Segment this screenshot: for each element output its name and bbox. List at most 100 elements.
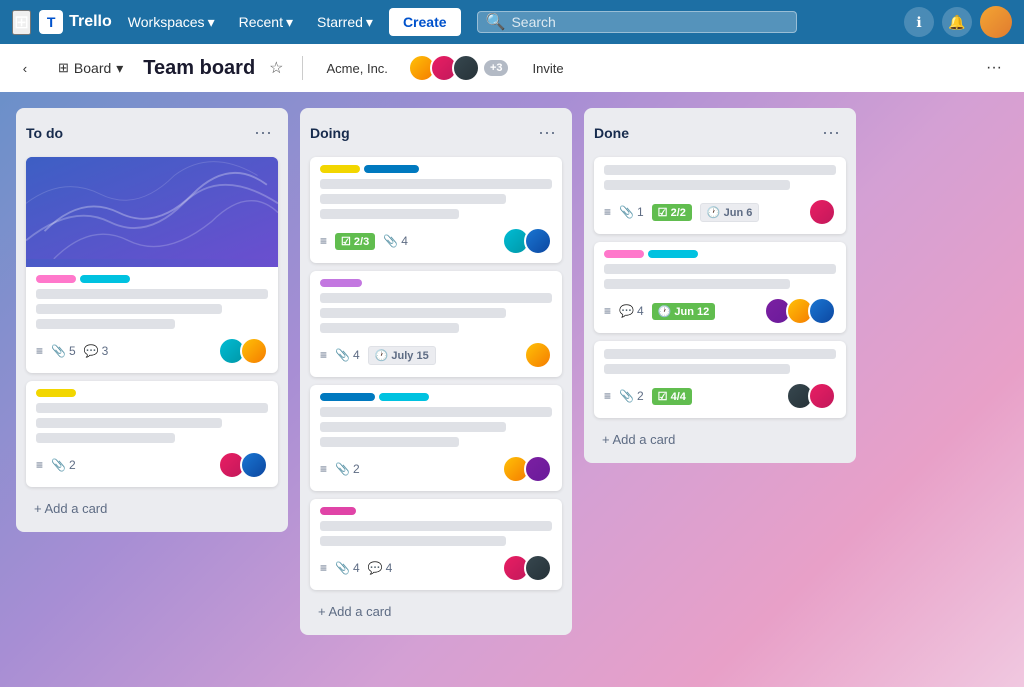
menu-icon: ≡ (604, 304, 611, 318)
add-card-todo[interactable]: + Add a card (26, 495, 278, 522)
card-5[interactable]: ≡ 📎 2 (310, 385, 562, 491)
date-badge: 🕐 Jun 12 (652, 303, 716, 320)
paperclip-icon: 📎 (335, 462, 350, 476)
create-button[interactable]: Create (389, 8, 461, 36)
menu-icon: ≡ (320, 234, 327, 248)
search-box[interactable]: 🔍 (477, 11, 797, 33)
board-title: Team board (143, 57, 255, 80)
card-footer-2: ≡ 📎 2 (36, 451, 268, 479)
comments-count: 💬 3 (84, 344, 109, 358)
column-title-todo: To do (26, 125, 63, 141)
board-view-button[interactable]: ⊞ Board ▾ (48, 56, 133, 81)
card-6[interactable]: ≡ 📎 4 💬 4 (310, 499, 562, 590)
sidebar-toggle-button[interactable]: ‹ (12, 55, 38, 81)
card-4[interactable]: ≡ 📎 4 🕐 July 15 (310, 271, 562, 377)
invite-button[interactable]: Invite (518, 56, 577, 81)
card-avatar-4a (524, 341, 552, 369)
comment-icon: 💬 (84, 344, 99, 358)
card-text-9 (320, 209, 459, 219)
workspace-name[interactable]: Acme, Inc. (317, 57, 398, 80)
menu-icon: ≡ (36, 458, 43, 472)
grid-menu-button[interactable]: ⊞ (12, 10, 31, 35)
trello-logo-text: Trello (69, 13, 112, 31)
add-card-doing[interactable]: + Add a card (310, 598, 562, 625)
card-text-5 (36, 418, 222, 428)
workspaces-menu[interactable]: Workspaces ▾ (120, 10, 223, 35)
label-yellow (36, 389, 76, 397)
navbar: ⊞ T Trello Workspaces ▾ Recent ▾ Starred… (0, 0, 1024, 44)
card-meta-5: ≡ 📎 2 (320, 462, 360, 476)
label-blue-5 (320, 393, 375, 401)
card-meta-2: ≡ 📎 2 (36, 458, 76, 472)
paperclip-icon: 📎 (51, 458, 66, 472)
chevron-down-icon: ▾ (366, 14, 373, 31)
card-avatars-5 (502, 455, 552, 483)
info-button[interactable]: ℹ (904, 7, 934, 37)
card-text-3 (36, 319, 175, 329)
column-menu-doing[interactable]: ··· (532, 120, 562, 145)
card-text-20 (604, 264, 836, 274)
user-avatar[interactable] (980, 6, 1012, 38)
chevron-left-icon: ‹ (23, 61, 27, 76)
notifications-button[interactable]: 🔔 (942, 7, 972, 37)
column-menu-todo[interactable]: ··· (248, 120, 278, 145)
card-avatars-7 (808, 198, 836, 226)
trello-logo[interactable]: T Trello (39, 10, 112, 34)
column-header-done: Done ··· (594, 118, 846, 149)
card-labels-1 (36, 275, 268, 283)
card-avatars-2 (218, 451, 268, 479)
card-avatar-8c (808, 297, 836, 325)
card-avatars-4 (524, 341, 552, 369)
label-magenta-6 (320, 507, 356, 515)
paperclip-icon: 📎 (619, 205, 634, 219)
add-card-done[interactable]: + Add a card (594, 426, 846, 453)
recent-menu[interactable]: Recent ▾ (231, 10, 301, 35)
card-3[interactable]: ≡ ☑ 2/3 📎 4 (310, 157, 562, 263)
member-avatar-3[interactable] (452, 54, 480, 82)
paperclip-icon: 📎 (619, 389, 634, 403)
card-avatar-1b (240, 337, 268, 365)
checklist-badge: ☑ 2/2 (652, 204, 692, 221)
card-meta-9: ≡ 📎 2 ☑ 4/4 (604, 388, 692, 405)
card-avatars-9 (786, 382, 836, 410)
column-title-done: Done (594, 125, 629, 141)
card-7[interactable]: ≡ 📎 1 ☑ 2/2 🕐 Jun 6 (594, 157, 846, 234)
card-labels-8 (604, 250, 836, 258)
date-badge: 🕐 Jun 6 (700, 203, 759, 222)
more-options-button[interactable]: ··· (976, 55, 1012, 81)
card-text-14 (320, 422, 506, 432)
comments-count: 💬 4 (368, 561, 393, 575)
menu-icon: ≡ (320, 561, 327, 575)
card-cover-svg (26, 157, 278, 259)
column-done: Done ··· ≡ 📎 1 ☑ 2/2 🕐 Jun 6 (584, 108, 856, 463)
starred-menu[interactable]: Starred ▾ (309, 10, 381, 35)
more-members-badge[interactable]: +3 (484, 60, 509, 76)
card-footer-3: ≡ ☑ 2/3 📎 4 (320, 227, 552, 255)
column-menu-done[interactable]: ··· (816, 120, 846, 145)
nav-right-section: ℹ 🔔 (904, 6, 1012, 38)
comment-icon: 💬 (368, 561, 383, 575)
card-text-10 (320, 293, 552, 303)
card-9[interactable]: ≡ 📎 2 ☑ 4/4 (594, 341, 846, 418)
card-meta-7: ≡ 📎 1 ☑ 2/2 🕐 Jun 6 (604, 203, 759, 222)
star-button[interactable]: ☆ (265, 56, 287, 80)
label-pink (36, 275, 76, 283)
card-meta-4: ≡ 📎 4 🕐 July 15 (320, 346, 436, 365)
menu-icon: ≡ (320, 348, 327, 362)
card-footer-1: ≡ 📎 5 💬 3 (36, 337, 268, 365)
attachments-count: 📎 1 (619, 205, 644, 219)
subheader: ‹ ⊞ Board ▾ Team board ☆ Acme, Inc. +3 I… (0, 44, 1024, 92)
card-footer-7: ≡ 📎 1 ☑ 2/2 🕐 Jun 6 (604, 198, 836, 226)
menu-icon: ≡ (320, 462, 327, 476)
card-1[interactable]: ≡ 📎 5 💬 3 (26, 157, 278, 373)
search-input[interactable] (511, 14, 787, 30)
card-avatars-6 (502, 554, 552, 582)
card-footer-6: ≡ 📎 4 💬 4 (320, 554, 552, 582)
card-2[interactable]: ≡ 📎 2 (26, 381, 278, 487)
card-labels-3 (320, 165, 552, 173)
card-avatar-7a (808, 198, 836, 226)
comments-count: 💬 4 (619, 304, 644, 318)
label-cyan-8 (648, 250, 698, 258)
attachments-count: 📎 2 (51, 458, 76, 472)
card-8[interactable]: ≡ 💬 4 🕐 Jun 12 (594, 242, 846, 333)
